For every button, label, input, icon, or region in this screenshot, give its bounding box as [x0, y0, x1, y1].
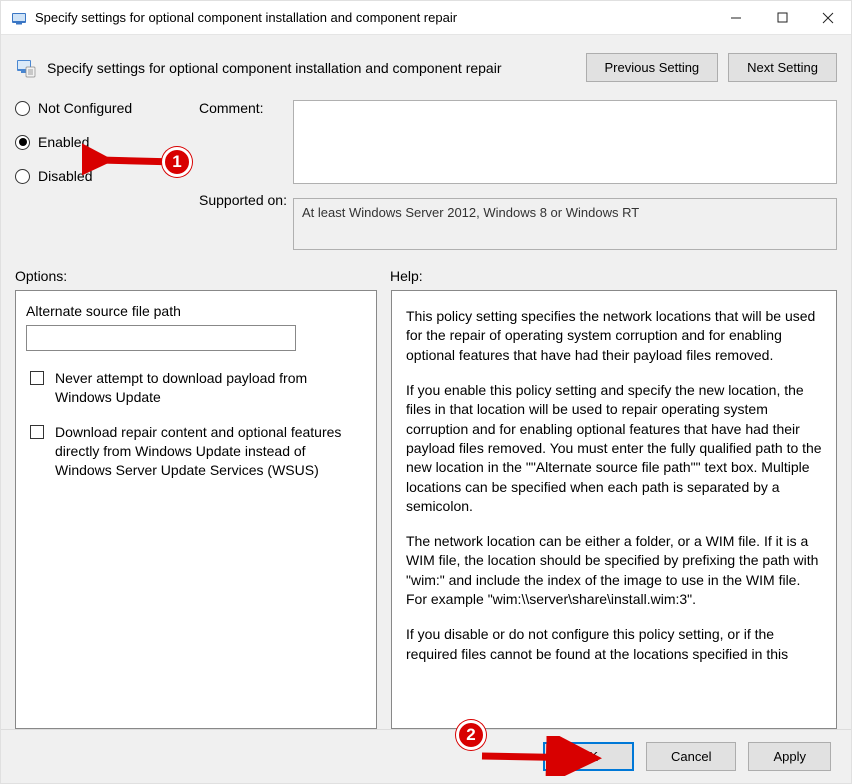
- options-label: Options:: [15, 268, 390, 284]
- minimize-button[interactable]: [713, 1, 759, 34]
- field-labels: Comment: Supported on:: [199, 100, 289, 208]
- help-paragraph: This policy setting specifies the networ…: [406, 307, 822, 365]
- app-icon: [11, 10, 27, 26]
- configuration-grid: Not Configured Enabled Disabled Comment:…: [1, 92, 851, 250]
- help-panel[interactable]: This policy setting specifies the networ…: [391, 290, 837, 729]
- cancel-button[interactable]: Cancel: [646, 742, 736, 771]
- next-setting-button[interactable]: Next Setting: [728, 53, 837, 82]
- help-label: Help:: [390, 268, 423, 284]
- close-icon: [822, 12, 834, 24]
- dialog-footer: OK Cancel Apply: [1, 729, 851, 783]
- apply-button[interactable]: Apply: [748, 742, 831, 771]
- direct-wu-checkbox[interactable]: [30, 425, 44, 439]
- window-buttons: [713, 1, 851, 34]
- never-download-label: Never attempt to download payload from W…: [55, 369, 366, 407]
- maximize-button[interactable]: [759, 1, 805, 34]
- supported-label: Supported on:: [199, 192, 289, 208]
- window-title: Specify settings for optional component …: [35, 10, 713, 25]
- radio-enabled-input[interactable]: [15, 135, 30, 150]
- comment-label: Comment:: [199, 100, 289, 116]
- policy-header: Specify settings for optional component …: [1, 35, 851, 92]
- radio-disabled[interactable]: Disabled: [15, 168, 195, 184]
- section-labels: Options: Help:: [1, 250, 851, 290]
- radio-enabled-label: Enabled: [38, 134, 89, 150]
- supported-on-box: At least Windows Server 2012, Windows 8 …: [293, 198, 837, 250]
- help-paragraph: If you enable this policy setting and sp…: [406, 381, 822, 516]
- policy-icon: [15, 57, 37, 79]
- radio-disabled-input[interactable]: [15, 169, 30, 184]
- minimize-icon: [730, 12, 742, 24]
- previous-setting-button[interactable]: Previous Setting: [586, 53, 719, 82]
- radio-disabled-label: Disabled: [38, 168, 92, 184]
- supported-on-text: At least Windows Server 2012, Windows 8 …: [302, 205, 639, 220]
- ok-button[interactable]: OK: [543, 742, 634, 771]
- state-radio-group: Not Configured Enabled Disabled: [15, 100, 195, 184]
- panels: Alternate source file path Never attempt…: [1, 290, 851, 729]
- help-paragraph: The network location can be either a fol…: [406, 532, 822, 609]
- alt-path-input[interactable]: [26, 325, 296, 351]
- policy-dialog: Specify settings for optional component …: [0, 0, 852, 784]
- options-panel: Alternate source file path Never attempt…: [15, 290, 377, 729]
- close-button[interactable]: [805, 1, 851, 34]
- field-inputs: At least Windows Server 2012, Windows 8 …: [293, 100, 837, 250]
- comment-textarea[interactable]: [293, 100, 837, 184]
- radio-not-configured-label: Not Configured: [38, 100, 132, 116]
- alt-path-label: Alternate source file path: [26, 303, 366, 319]
- never-download-checkbox[interactable]: [30, 371, 44, 385]
- title-bar: Specify settings for optional component …: [1, 1, 851, 35]
- policy-title: Specify settings for optional component …: [47, 60, 576, 76]
- radio-not-configured[interactable]: Not Configured: [15, 100, 195, 116]
- maximize-icon: [777, 12, 788, 23]
- radio-not-configured-input[interactable]: [15, 101, 30, 116]
- direct-wu-label: Download repair content and optional fea…: [55, 423, 366, 480]
- radio-enabled[interactable]: Enabled: [15, 134, 195, 150]
- help-paragraph: If you disable or do not configure this …: [406, 625, 822, 664]
